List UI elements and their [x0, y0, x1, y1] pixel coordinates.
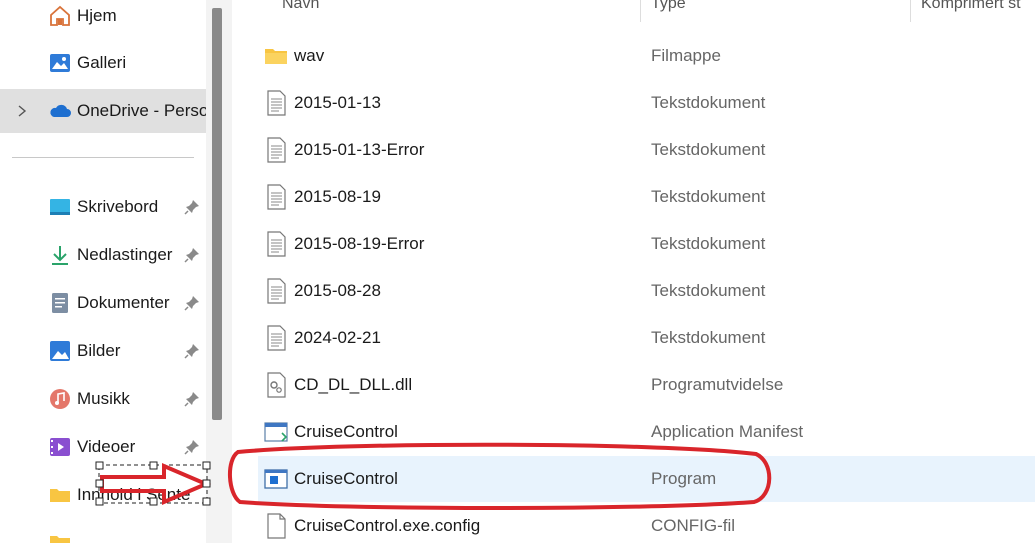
sidebar-item-dokumenter[interactable]: Dokumenter [0, 281, 206, 325]
file-row[interactable]: 2015-01-13 Tekstdokument [232, 80, 1035, 126]
sidebar-item-label: Musikk [77, 389, 130, 408]
sidebar-item-label: Videoer [77, 437, 136, 456]
file-row[interactable]: CD_DL_DLL.dll Programutvidelse [232, 362, 1035, 408]
file-row[interactable]: 2024-02-21 Tekstdokument [232, 315, 1035, 361]
sidebar-item-label: Innhold i Sente [77, 485, 191, 504]
pin-icon[interactable] [183, 438, 201, 456]
column-header-bar: Navn Type Komprimert st [232, 0, 1035, 24]
download-icon [48, 243, 72, 267]
sidebar-divider [12, 157, 194, 158]
file-type: Program [651, 469, 717, 488]
file-row-selected[interactable]: CruiseControl Program [258, 456, 1035, 502]
column-divider[interactable] [910, 0, 911, 22]
sidebar-item-label: Galleri [77, 53, 127, 72]
text-document-icon [264, 325, 288, 351]
pin-icon[interactable] [183, 390, 201, 408]
file-type: Tekstdokument [651, 281, 766, 300]
pictures-icon [48, 339, 72, 363]
pin-icon[interactable] [183, 198, 201, 216]
music-icon [48, 387, 72, 411]
file-type: Filmappe [651, 46, 721, 65]
videos-icon [48, 435, 72, 459]
file-type: Tekstdokument [651, 140, 766, 159]
file-row[interactable]: 2015-01-13-Error Tekstdokument [232, 127, 1035, 173]
sidebar-item-onedrive[interactable]: OneDrive - Perso [0, 89, 209, 133]
file-row[interactable]: CruiseControl.exe.config CONFIG-fil [232, 503, 1035, 549]
sidebar-item-nedlastinger[interactable]: Nedlastinger [0, 233, 206, 277]
file-row[interactable]: 2015-08-19-Error Tekstdokument [232, 221, 1035, 267]
text-document-icon [264, 278, 288, 304]
pin-icon[interactable] [183, 342, 201, 360]
folder-icon [264, 43, 288, 69]
text-document-icon [264, 90, 288, 116]
column-header-type[interactable]: Type [651, 0, 686, 13]
sidebar-item-galleri[interactable]: Galleri [0, 41, 206, 85]
text-document-icon [264, 184, 288, 210]
column-header-name[interactable]: Navn [282, 0, 319, 13]
sidebar-item-hjem[interactable]: Hjem [0, 0, 206, 38]
file-name: 2015-01-13-Error [294, 140, 425, 159]
text-document-icon [264, 137, 288, 163]
file-name: 2015-01-13 [294, 93, 381, 112]
dll-icon [264, 372, 288, 398]
sidebar-item-label: Bilder [77, 341, 121, 360]
file-name: CruiseControl [294, 469, 398, 488]
pin-icon[interactable] [183, 294, 201, 312]
sidebar-item-label: OneDrive - Perso [77, 101, 209, 120]
sidebar-scrollbar-thumb[interactable] [212, 8, 222, 420]
file-row[interactable]: 2015-08-19 Tekstdokument [232, 174, 1035, 220]
file-name: CruiseControl [294, 422, 398, 441]
file-type: Tekstdokument [651, 328, 766, 347]
sidebar-item-label: Dokumenter [77, 293, 170, 312]
file-type: CONFIG-fil [651, 516, 736, 535]
sidebar-item-innhold[interactable]: Innhold i Sente [0, 473, 206, 517]
sidebar-item-partial[interactable] [0, 520, 206, 543]
file-name: 2015-08-19-Error [294, 234, 425, 253]
file-type: Tekstdokument [651, 234, 766, 253]
file-name: CD_DL_DLL.dll [294, 375, 413, 394]
file-row[interactable]: wav Filmappe [232, 33, 1035, 79]
folder-icon [48, 483, 72, 507]
sidebar-item-bilder[interactable]: Bilder [0, 329, 206, 373]
file-name: 2024-02-21 [294, 328, 381, 347]
sidebar-item-videoer[interactable]: Videoer [0, 425, 206, 469]
program-icon [264, 466, 288, 492]
file-type: Programutvidelse [651, 375, 784, 394]
file-name: 2015-08-19 [294, 187, 381, 206]
config-file-icon [264, 513, 288, 539]
sidebar-item-label: Skrivebord [77, 197, 159, 216]
file-row[interactable]: CruiseControl Application Manifest [232, 409, 1035, 455]
folder-icon [48, 530, 72, 543]
chevron-right-icon[interactable] [16, 104, 28, 118]
sidebar-item-label: Nedlastinger [77, 245, 173, 264]
file-name: wav [294, 46, 325, 65]
pin-icon[interactable] [183, 246, 201, 264]
manifest-icon [264, 419, 288, 445]
documents-icon [48, 291, 72, 315]
onedrive-cloud-icon [48, 99, 72, 123]
file-type: Tekstdokument [651, 93, 766, 112]
file-row[interactable]: 2015-08-28 Tekstdokument [232, 268, 1035, 314]
sidebar-item-skrivebord[interactable]: Skrivebord [0, 185, 206, 229]
file-name: CruiseControl.exe.config [294, 516, 481, 535]
column-header-compressed-size[interactable]: Komprimert st [921, 0, 1021, 13]
sidebar-item-label: Hjem [77, 6, 117, 25]
file-name: 2015-08-28 [294, 281, 381, 300]
file-type: Application Manifest [651, 422, 804, 441]
text-document-icon [264, 231, 288, 257]
file-type: Tekstdokument [651, 187, 766, 206]
sidebar-item-musikk[interactable]: Musikk [0, 377, 206, 421]
desktop-icon [48, 195, 72, 219]
navigation-pane: Hjem Galleri OneDrive - Perso Skrivebord… [0, 0, 232, 543]
gallery-icon [48, 51, 72, 75]
column-divider[interactable] [640, 0, 641, 22]
home-icon [48, 4, 72, 28]
